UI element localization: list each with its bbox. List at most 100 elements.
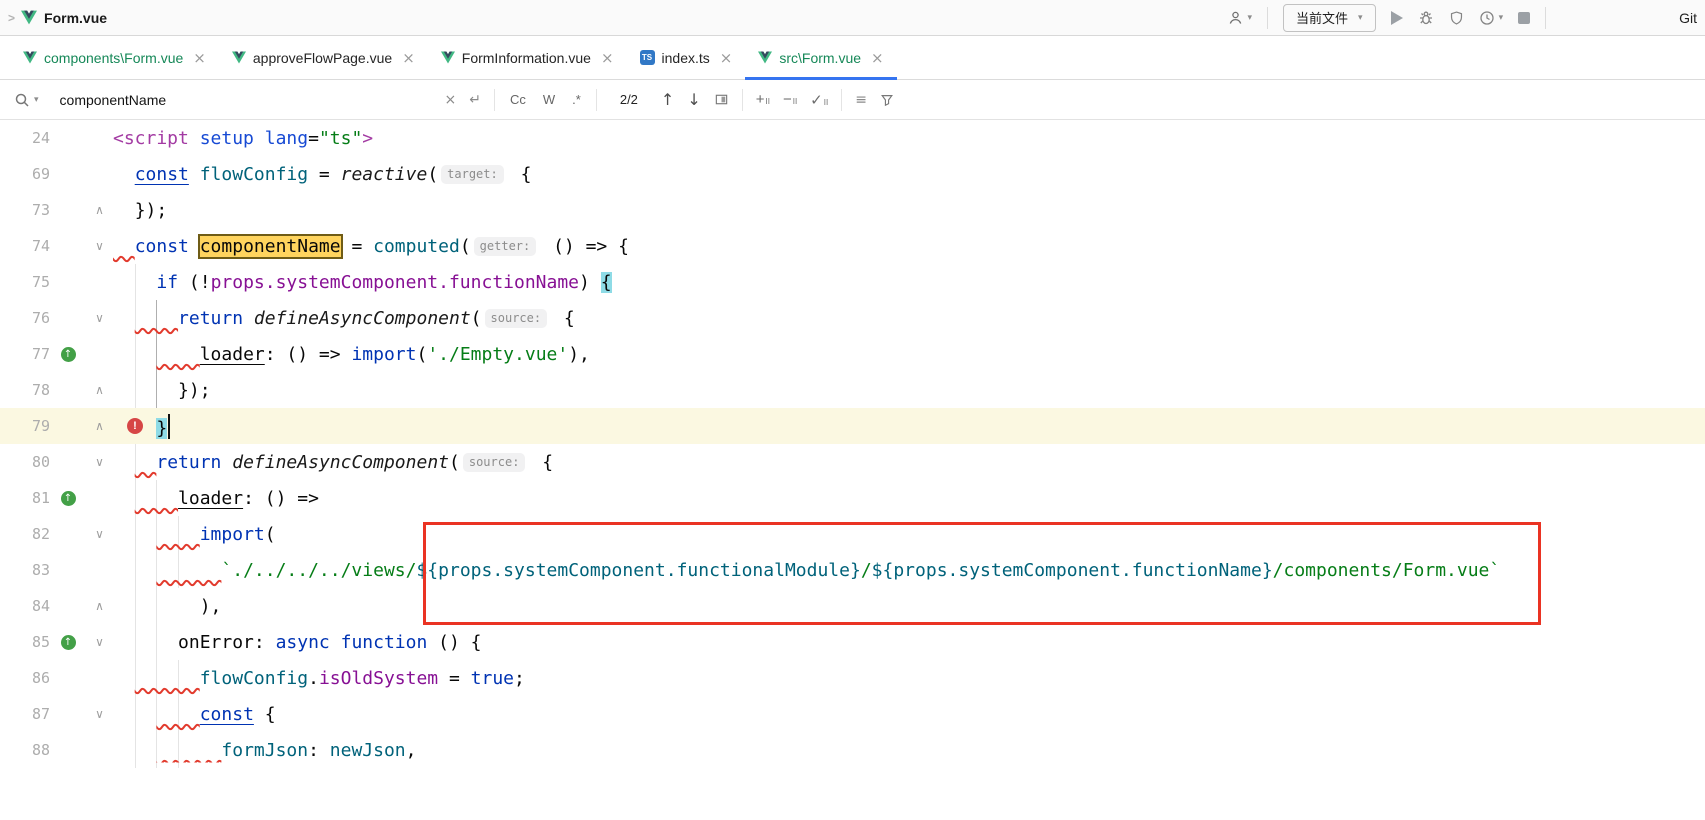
divider [1545, 7, 1546, 29]
indent-squiggle [135, 452, 157, 473]
filter-icon[interactable] [880, 93, 894, 107]
code-line-77[interactable]: 77↑ loader: () => import('./Empty.vue'), [0, 336, 1705, 372]
line-number: 85 [0, 633, 50, 651]
vue-file-icon [23, 51, 37, 64]
fold-start-icon[interactable]: ∨ [86, 527, 113, 541]
run-config-selector[interactable]: 当前文件 ▾ [1283, 4, 1376, 32]
code-line-81[interactable]: 81↑ loader: () => [0, 480, 1705, 516]
gutter: 82∨ [0, 516, 113, 552]
code-text: }); [113, 380, 211, 401]
gutter: 87∨ [0, 696, 113, 732]
code-text: const componentName = computed(getter: (… [113, 236, 629, 257]
user-icon [1227, 10, 1244, 26]
code-line-80[interactable]: 80∨ return defineAsyncComponent(source: … [0, 444, 1705, 480]
code-text: return defineAsyncComponent(source: { [113, 308, 575, 329]
code-text: loader: () => [113, 488, 319, 509]
whole-words-toggle[interactable]: W [543, 92, 555, 107]
stop-icon [1518, 12, 1530, 24]
indent-squiggle [156, 344, 199, 365]
debug-button[interactable] [1418, 10, 1434, 26]
gutter-green-arrow-icon[interactable]: ↑ [61, 635, 76, 650]
run-button[interactable] [1391, 11, 1403, 25]
clear-search-icon[interactable]: × [445, 92, 457, 108]
code-line-74[interactable]: 74∨ const componentName = computed(gette… [0, 228, 1705, 264]
code-line-75[interactable]: 75 if (!props.systemComponent.functionNa… [0, 264, 1705, 300]
code-line-86[interactable]: 86 flowConfig.isOldSystem = true; [0, 660, 1705, 696]
line-number: 83 [0, 561, 50, 579]
tab-index-ts[interactable]: TSindex.ts× [627, 36, 746, 79]
vue-logo-icon [21, 10, 37, 25]
remove-occurrence-icon[interactable]: −II [783, 91, 797, 108]
fold-start-icon[interactable]: ∨ [86, 311, 113, 325]
code-line-78[interactable]: 78∧ }); [0, 372, 1705, 408]
gutter: 69 [0, 156, 113, 192]
find-bar: ▾ componentName × ↵ Cc W .* 2/2 ↑ ↓ +II … [0, 80, 1705, 120]
dropdown-icon: ▾ [1499, 13, 1504, 23]
select-all-occurrences-icon[interactable]: ✓II [810, 91, 828, 109]
code-text: loader: () => import('./Empty.vue'), [113, 344, 590, 365]
close-tab-icon[interactable]: × [601, 49, 614, 67]
newline-icon[interactable]: ↵ [469, 92, 481, 108]
gutter-icon-slot: ↑ [50, 491, 86, 506]
fold-end-icon[interactable]: ∧ [86, 419, 113, 433]
code-text: <script setup lang="ts"> [113, 128, 373, 149]
inlay-hint: target: [441, 165, 504, 184]
code-line-84[interactable]: 84∧ ), [0, 588, 1705, 624]
fold-start-icon[interactable]: ∨ [86, 635, 113, 649]
gutter: 81↑ [0, 480, 113, 516]
tab-label: index.ts [662, 50, 710, 66]
code-line-85[interactable]: 85 ↑ ∨ onError: async function () { [0, 624, 1705, 660]
code-line-82[interactable]: 82∨ import( [0, 516, 1705, 552]
next-match-button[interactable]: ↓ [687, 90, 700, 109]
code-line-24[interactable]: 24<script setup lang="ts"> [0, 120, 1705, 156]
code-line-69[interactable]: 69 const flowConfig = reactive(target: { [0, 156, 1705, 192]
fold-end-icon[interactable]: ∧ [86, 203, 113, 217]
code-line-76[interactable]: 76∨ return defineAsyncComponent(source: … [0, 300, 1705, 336]
gutter-icon-slot: ↑ [50, 635, 86, 650]
search-in-selection-icon[interactable] [714, 92, 729, 107]
close-tab-icon[interactable]: × [720, 49, 733, 67]
fold-start-icon[interactable]: ∨ [86, 707, 113, 721]
code-line-88[interactable]: 88 formJson: newJson, [0, 732, 1705, 768]
fold-start-icon[interactable]: ∨ [86, 239, 113, 253]
git-menu[interactable]: Git [1679, 10, 1697, 26]
add-occurrence-icon[interactable]: +II [756, 91, 770, 108]
fold-end-icon[interactable]: ∧ [86, 383, 113, 397]
gutter-green-arrow-icon[interactable]: ↑ [61, 347, 76, 362]
gutter: 74∨ [0, 228, 113, 264]
match-case-toggle[interactable]: Cc [510, 92, 526, 107]
tab-forminformation-vue[interactable]: FormInformation.vue × [428, 36, 627, 79]
close-tab-icon[interactable]: × [193, 49, 206, 67]
line-number: 84 [0, 597, 50, 615]
tab-label: FormInformation.vue [462, 50, 591, 66]
tab-src-form-vue[interactable]: src\Form.vue × [745, 36, 896, 79]
regex-toggle[interactable]: .* [572, 92, 581, 107]
tab-label: src\Form.vue [779, 50, 861, 66]
close-tab-icon[interactable]: × [871, 49, 884, 67]
profiler-button[interactable]: ▾ [1479, 10, 1504, 26]
tab-approveflowpage-vue[interactable]: approveFlowPage.vue× [219, 36, 428, 79]
search-input[interactable]: componentName [60, 92, 432, 108]
view-options-icon[interactable]: ≡ [855, 92, 867, 108]
stop-button[interactable] [1518, 12, 1530, 24]
close-tab-icon[interactable]: × [402, 49, 415, 67]
search-icon[interactable]: ▾ [14, 92, 39, 108]
editor[interactable]: 24<script setup lang="ts">69 const flowC… [0, 120, 1705, 820]
indent-squiggle [156, 524, 199, 545]
line-number: 80 [0, 453, 50, 471]
previous-match-button[interactable]: ↑ [661, 90, 674, 109]
fold-end-icon[interactable]: ∧ [86, 599, 113, 613]
divider [596, 89, 597, 111]
code-line-73[interactable]: 73∧ }); [0, 192, 1705, 228]
tab-bar: components\Form.vue×approveFlowPage.vue×… [0, 36, 1705, 80]
user-account-button[interactable]: ▾ [1227, 10, 1253, 26]
code-line-79[interactable]: 79∧ }! [0, 408, 1705, 444]
fold-start-icon[interactable]: ∨ [86, 455, 113, 469]
tab-components-form-vue[interactable]: components\Form.vue× [10, 36, 219, 79]
code-line-87[interactable]: 87∨ const { [0, 696, 1705, 732]
gutter-green-arrow-icon[interactable]: ↑ [61, 491, 76, 506]
run-config-label: 当前文件 [1296, 8, 1348, 27]
coverage-button[interactable] [1449, 10, 1464, 26]
code-text: onError: async function () { [113, 632, 482, 653]
code-line-83[interactable]: 83 `./../../../views/${props.systemCompo… [0, 552, 1705, 588]
